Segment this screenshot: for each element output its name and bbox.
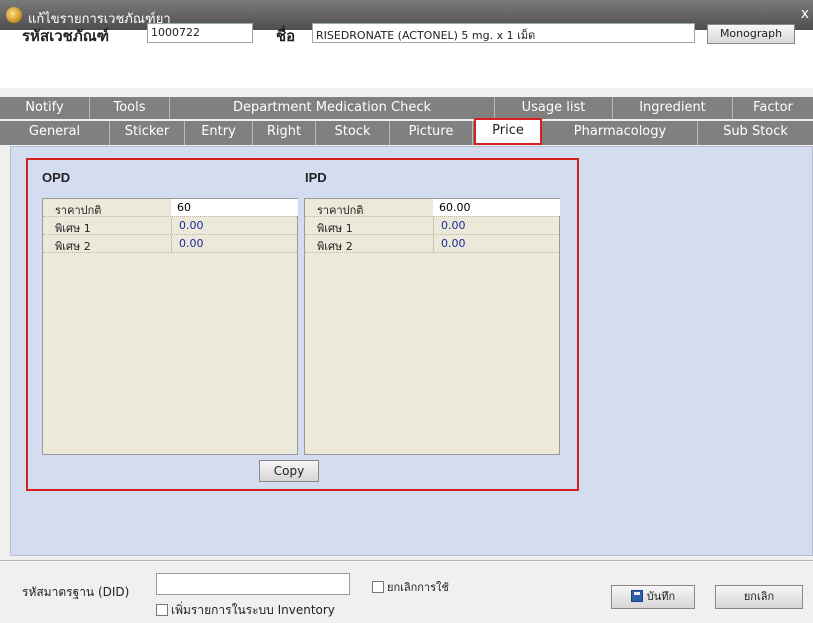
did-input[interactable] bbox=[156, 573, 350, 595]
tab-right[interactable]: Right bbox=[253, 121, 316, 145]
opd-special2-value[interactable]: 0.00 bbox=[179, 237, 204, 250]
cancel-use-label: ยกเลิกการใช้ bbox=[387, 581, 449, 594]
opd-title: OPD bbox=[42, 170, 71, 185]
close-icon[interactable]: x bbox=[801, 6, 809, 22]
ipd-row-special2[interactable]: พิเศษ 2 0.00 bbox=[305, 235, 559, 253]
tab-picture[interactable]: Picture bbox=[390, 121, 473, 145]
tab-strip-bottom: General Sticker Entry Right Stock Pictur… bbox=[0, 118, 813, 145]
ipd-price-grid: ราคาปกติ 60.00 พิเศษ 1 0.00 พิเศษ 2 0.00 bbox=[304, 198, 560, 455]
save-label: บันทึก bbox=[646, 590, 676, 603]
tab-factor[interactable]: Factor bbox=[733, 97, 813, 119]
ipd-normal-price-value[interactable]: 60.00 bbox=[439, 201, 471, 214]
ipd-special2-value[interactable]: 0.00 bbox=[441, 237, 466, 250]
tab-tools[interactable]: Tools bbox=[90, 97, 170, 119]
tab-strip-top: Notify Tools Department Medication Check… bbox=[0, 97, 813, 119]
checkbox-icon[interactable] bbox=[372, 581, 384, 593]
tab-usage-list[interactable]: Usage list bbox=[495, 97, 613, 119]
opd-row-special1[interactable]: พิเศษ 1 0.00 bbox=[43, 217, 297, 235]
tab-entry[interactable]: Entry bbox=[185, 121, 253, 145]
cancel-button[interactable]: ยกเลิก bbox=[715, 585, 803, 609]
opd-normal-price-value[interactable]: 60 bbox=[177, 201, 191, 214]
tab-notify[interactable]: Notify bbox=[0, 97, 90, 119]
code-label: รหัสเวชภัณฑ์ bbox=[22, 27, 110, 45]
tab-pharmacology[interactable]: Pharmacology bbox=[543, 121, 698, 145]
tab-sticker[interactable]: Sticker bbox=[110, 121, 185, 145]
name-input[interactable]: RISEDRONATE (ACTONEL) 5 mg. x 1 เม็ด bbox=[312, 23, 695, 43]
row-label: พิเศษ 2 bbox=[55, 240, 91, 253]
ipd-normal-price-input[interactable]: 60.00 bbox=[433, 199, 560, 216]
copy-button[interactable]: Copy bbox=[259, 460, 319, 482]
checkbox-icon[interactable] bbox=[156, 604, 168, 616]
code-input[interactable]: 1000722 bbox=[147, 23, 253, 43]
add-inventory-checkbox[interactable]: เพิ่มรายการในระบบ Inventory bbox=[156, 601, 335, 620]
tab-ingredient[interactable]: Ingredient bbox=[613, 97, 733, 119]
ipd-title: IPD bbox=[305, 170, 327, 185]
ipd-row-normal[interactable]: ราคาปกติ 60.00 bbox=[305, 199, 560, 217]
save-button[interactable]: บันทึก bbox=[611, 585, 695, 609]
row-label: พิเศษ 2 bbox=[317, 240, 353, 253]
ipd-row-special1[interactable]: พิเศษ 1 0.00 bbox=[305, 217, 559, 235]
opd-row-special2[interactable]: พิเศษ 2 0.00 bbox=[43, 235, 297, 253]
tab-general[interactable]: General bbox=[0, 121, 110, 145]
opd-normal-price-input[interactable]: 60 bbox=[171, 199, 298, 216]
monograph-button[interactable]: Monograph bbox=[707, 24, 795, 44]
ipd-special1-value[interactable]: 0.00 bbox=[441, 219, 466, 232]
did-label: รหัสมาตรฐาน (DID) bbox=[22, 585, 130, 599]
tab-stock[interactable]: Stock bbox=[316, 121, 390, 145]
tab-sub-stock[interactable]: Sub Stock bbox=[698, 121, 813, 145]
cancel-use-checkbox[interactable]: ยกเลิกการใช้ bbox=[372, 578, 449, 596]
floppy-disk-icon bbox=[630, 590, 643, 602]
tab-department-medication-check[interactable]: Department Medication Check bbox=[170, 97, 495, 119]
opd-price-grid: ราคาปกติ 60 พิเศษ 1 0.00 พิเศษ 2 0.00 bbox=[42, 198, 298, 455]
opd-special1-value[interactable]: 0.00 bbox=[179, 219, 204, 232]
opd-row-normal[interactable]: ราคาปกติ 60 bbox=[43, 199, 298, 217]
name-label: ชื่อ bbox=[276, 27, 296, 45]
add-inventory-label: เพิ่มรายการในระบบ Inventory bbox=[171, 603, 335, 617]
app-icon bbox=[6, 7, 22, 23]
tab-price[interactable]: Price bbox=[474, 118, 542, 145]
